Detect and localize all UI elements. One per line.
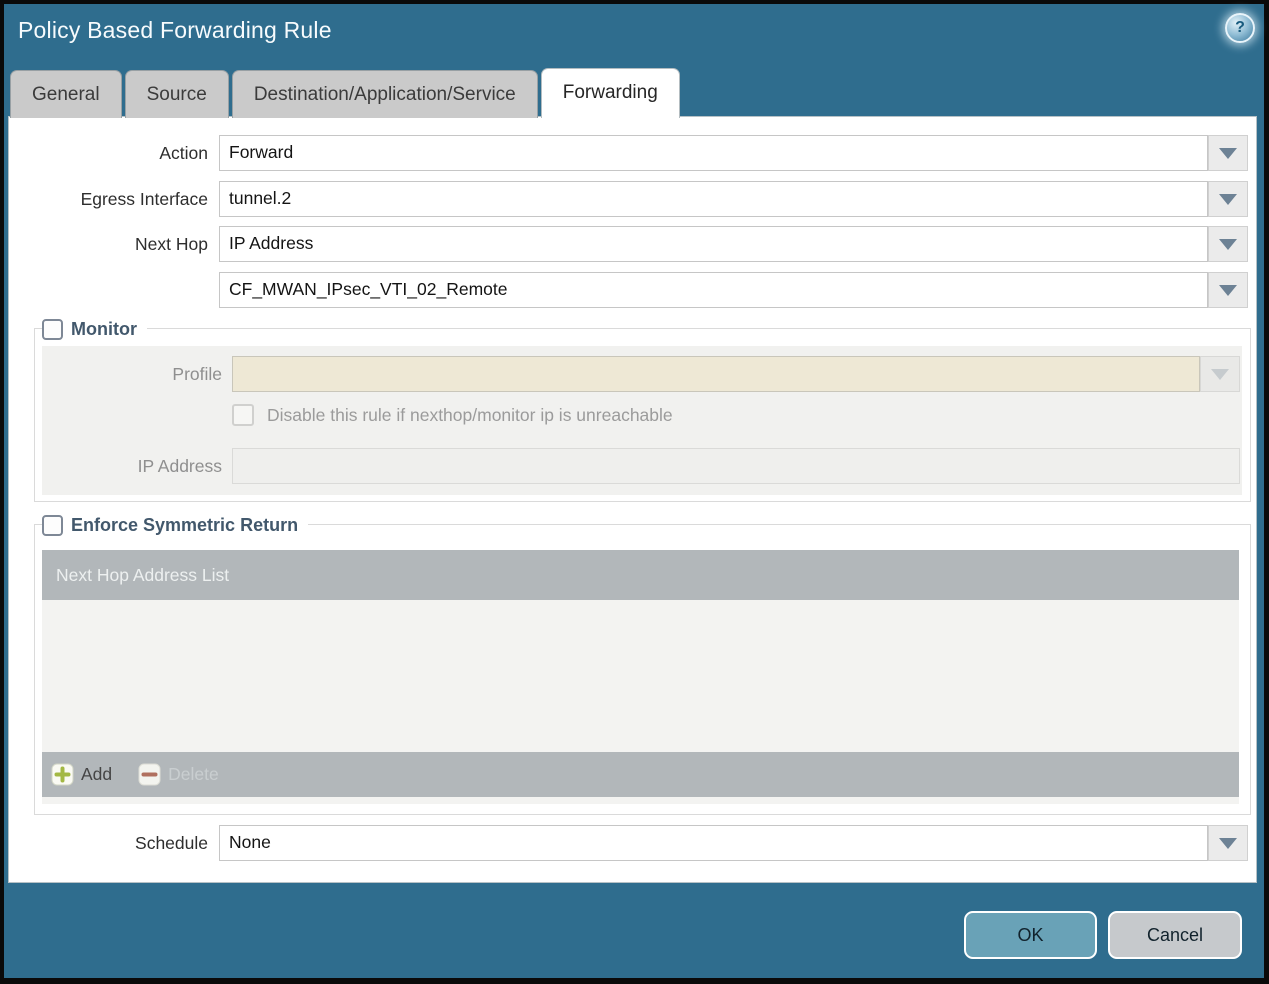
egress-interface-dropdown-value[interactable]: tunnel.2 (219, 181, 1208, 217)
next-hop-field: IP Address (219, 226, 1248, 262)
chevron-down-icon (1219, 147, 1237, 159)
schedule-dropdown-value[interactable]: None (219, 825, 1208, 861)
profile-dropdown-value (232, 356, 1200, 392)
chevron-down-icon (1219, 837, 1237, 849)
disable-rule-checkbox (232, 404, 254, 426)
next-hop-address-dropdown-button[interactable] (1208, 272, 1248, 308)
schedule-dropdown-button[interactable] (1208, 825, 1248, 861)
dialog-title: Policy Based Forwarding Rule (18, 17, 332, 43)
monitor-ip-address-label: IP Address (137, 456, 222, 476)
action-field: Forward (219, 135, 1248, 171)
chevron-down-icon (1219, 284, 1237, 296)
disable-rule-label: Disable this rule if nexthop/monitor ip … (267, 404, 673, 425)
egress-interface-field: tunnel.2 (219, 181, 1248, 217)
monitor-legend: Monitor (42, 317, 147, 341)
help-icon[interactable]: ? (1225, 13, 1255, 43)
tab-bar: General Source Destination/Application/S… (10, 68, 680, 118)
schedule-field: None (219, 825, 1248, 861)
next-hop-address-field: CF_MWAN_IPsec_VTI_02_Remote (219, 272, 1248, 308)
next-hop-address-list-body[interactable] (42, 600, 1239, 752)
monitor-group-body: Profile Disable this rule if nexthop/mon… (42, 346, 1242, 495)
next-hop-dropdown-button[interactable] (1208, 226, 1248, 262)
delete-button: Delete (138, 763, 219, 786)
monitor-checkbox[interactable] (42, 318, 63, 340)
ok-button[interactable]: OK (964, 911, 1097, 959)
egress-interface-dropdown-button[interactable] (1208, 181, 1248, 217)
enforce-symmetric-return-legend: Enforce Symmetric Return (42, 513, 309, 537)
enforce-symmetric-return-legend-label: Enforce Symmetric Return (71, 514, 299, 535)
action-label: Action (159, 143, 208, 163)
table-footer-strip (42, 797, 1239, 804)
action-dropdown-value[interactable]: Forward (219, 135, 1208, 171)
dialog-window: Policy Based Forwarding Rule ? General S… (4, 4, 1264, 978)
tab-general[interactable]: General (10, 70, 122, 118)
forwarding-tab-panel: Action Forward Egress Interface tunnel.2… (8, 116, 1257, 883)
next-hop-address-list-toolbar: Add Delete (42, 752, 1239, 797)
schedule-label: Schedule (135, 833, 208, 853)
add-button[interactable]: Add (51, 763, 112, 786)
tab-source[interactable]: Source (124, 70, 229, 118)
next-hop-address-dropdown-value[interactable]: CF_MWAN_IPsec_VTI_02_Remote (219, 272, 1208, 308)
add-button-label: Add (81, 764, 113, 784)
monitor-group: Monitor Profile Disable this rule if nex… (34, 317, 1251, 502)
minus-icon (138, 763, 161, 786)
plus-icon (51, 763, 74, 786)
chevron-down-icon (1211, 368, 1229, 380)
cancel-button[interactable]: Cancel (1108, 911, 1242, 959)
profile-label: Profile (172, 364, 222, 384)
delete-button-label: Delete (168, 764, 219, 784)
chevron-down-icon (1219, 238, 1237, 250)
next-hop-address-list-header: Next Hop Address List (42, 550, 1239, 600)
next-hop-address-list-table: Next Hop Address List Add Delete (42, 550, 1239, 804)
profile-field (232, 356, 1240, 392)
next-hop-label: Next Hop (135, 234, 208, 254)
monitor-ip-address-field (232, 448, 1240, 484)
monitor-legend-label: Monitor (71, 318, 137, 339)
tab-destination-application-service[interactable]: Destination/Application/Service (231, 70, 538, 118)
enforce-symmetric-return-checkbox[interactable] (42, 514, 63, 536)
chevron-down-icon (1219, 193, 1237, 205)
disable-rule-row: Disable this rule if nexthop/monitor ip … (232, 404, 673, 426)
tab-forwarding[interactable]: Forwarding (540, 68, 680, 118)
next-hop-dropdown-value[interactable]: IP Address (219, 226, 1208, 262)
enforce-symmetric-return-group: Enforce Symmetric Return Next Hop Addres… (34, 513, 1251, 815)
profile-dropdown-button (1200, 356, 1240, 392)
action-dropdown-button[interactable] (1208, 135, 1248, 171)
egress-interface-label: Egress Interface (80, 189, 208, 209)
monitor-ip-address-input (232, 448, 1240, 484)
